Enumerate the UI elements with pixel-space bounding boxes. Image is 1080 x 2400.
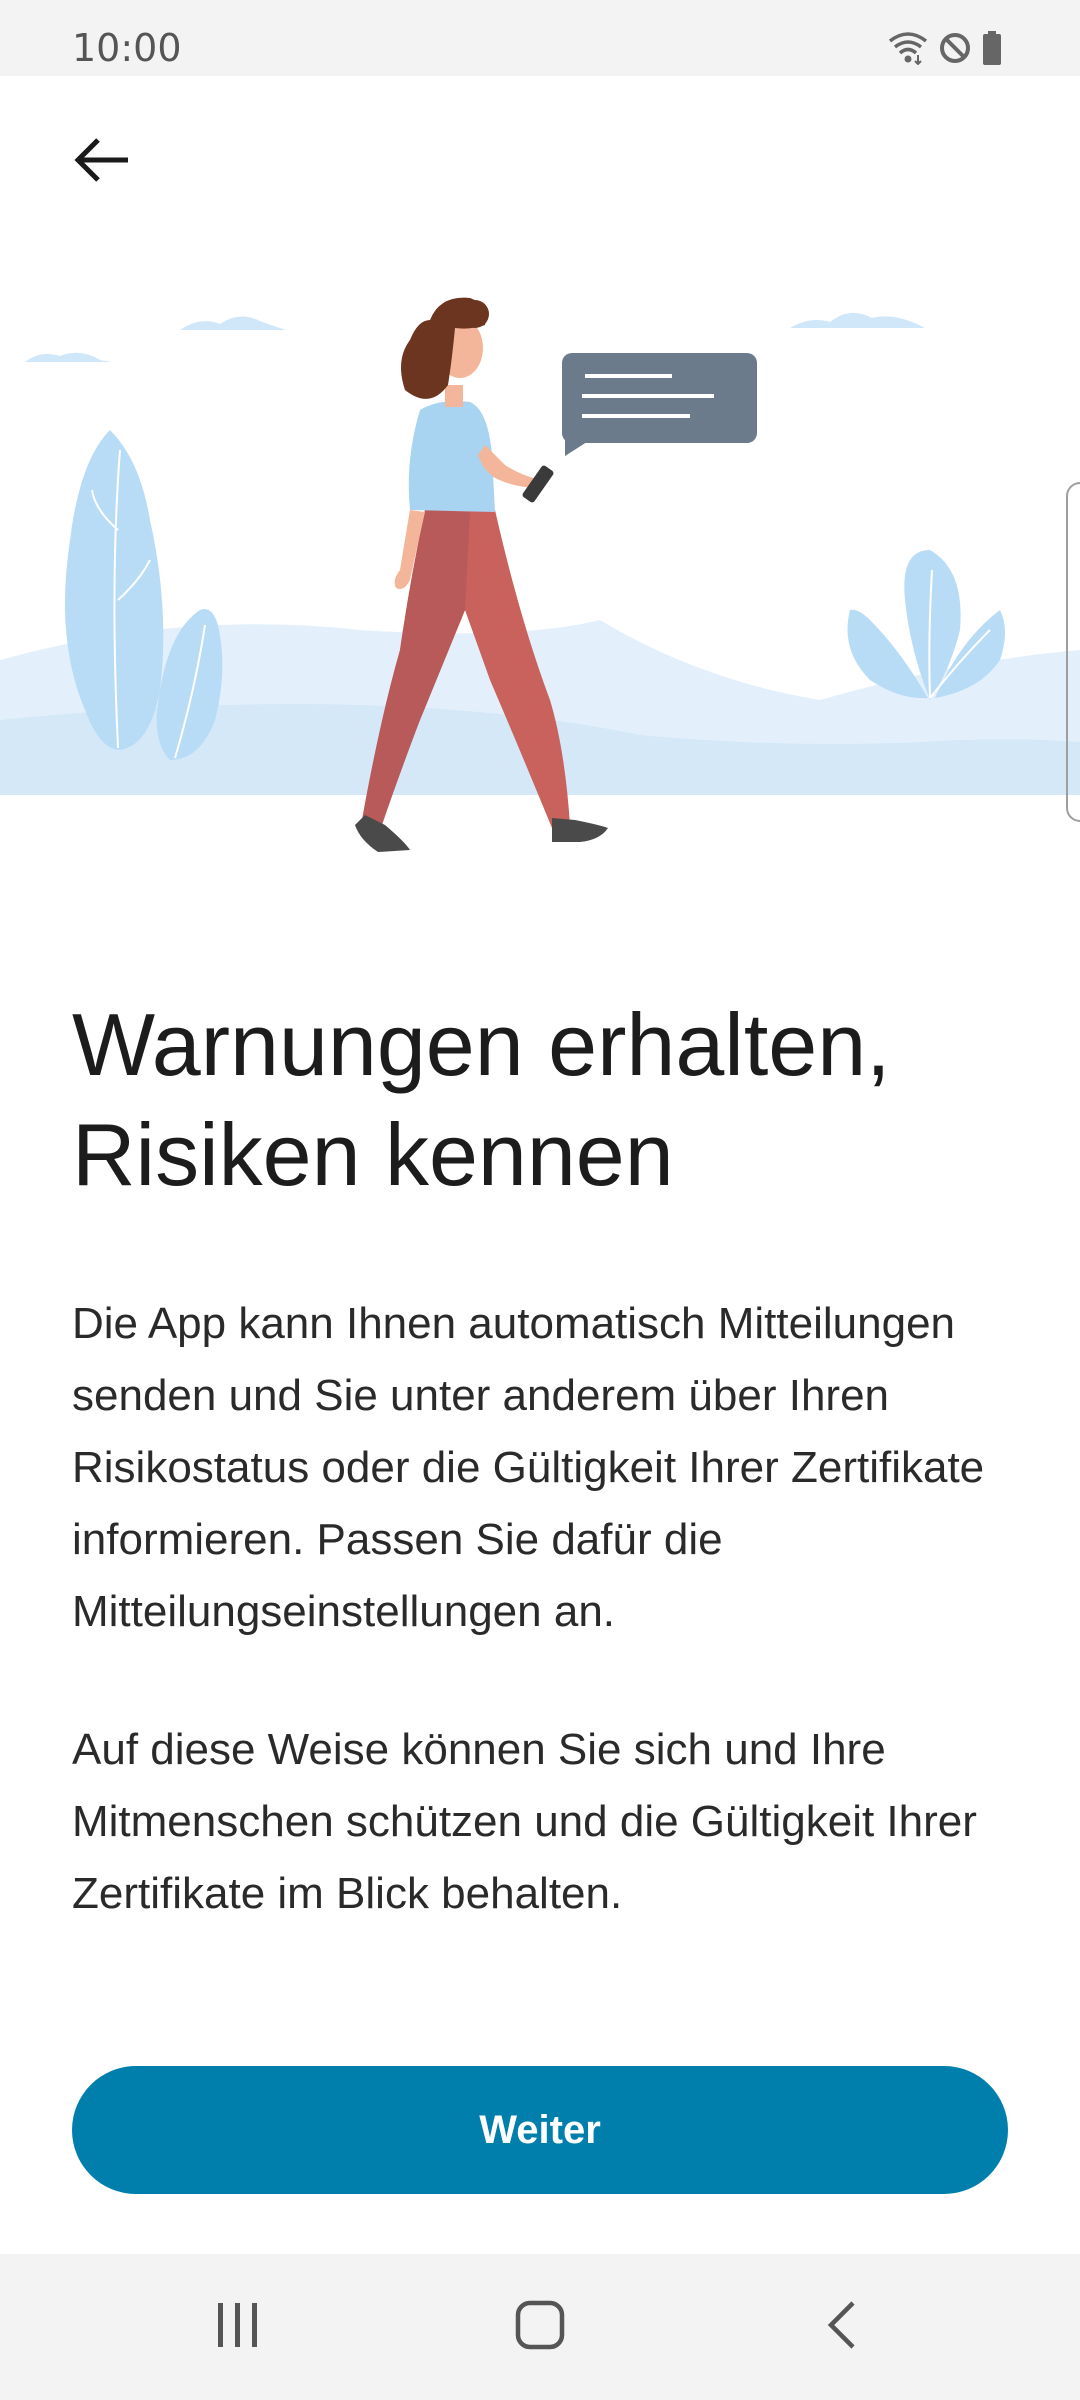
battery-icon [982,31,1002,65]
recents-button[interactable] [178,2280,298,2374]
woman-walking-with-phone-illustration [0,280,1080,880]
home-button[interactable] [480,2280,600,2374]
back-button[interactable] [62,122,142,202]
system-back-button[interactable] [782,2280,902,2374]
edge-panel-handle[interactable] [1066,482,1080,822]
do-not-disturb-icon [938,31,972,65]
status-time: 10:00 [72,26,182,70]
wifi-icon [888,31,928,65]
recents-icon [213,2301,263,2354]
arrow-left-icon [72,135,132,190]
system-navigation-bar [0,2254,1080,2400]
description-paragraph-2: Auf diese Weise können Sie sich und Ihre… [72,1725,977,1918]
status-icons [888,28,1002,68]
description-paragraph-1: Die App kann Ihnen automatisch Mitteilun… [72,1299,985,1636]
page-title: Warnungen erhalten, Risiken kennen [72,995,891,1204]
status-bar: 10:00 [0,0,1080,76]
home-icon [514,2299,566,2356]
back-icon [825,2300,859,2355]
continue-button[interactable]: Weiter [72,2066,1008,2194]
